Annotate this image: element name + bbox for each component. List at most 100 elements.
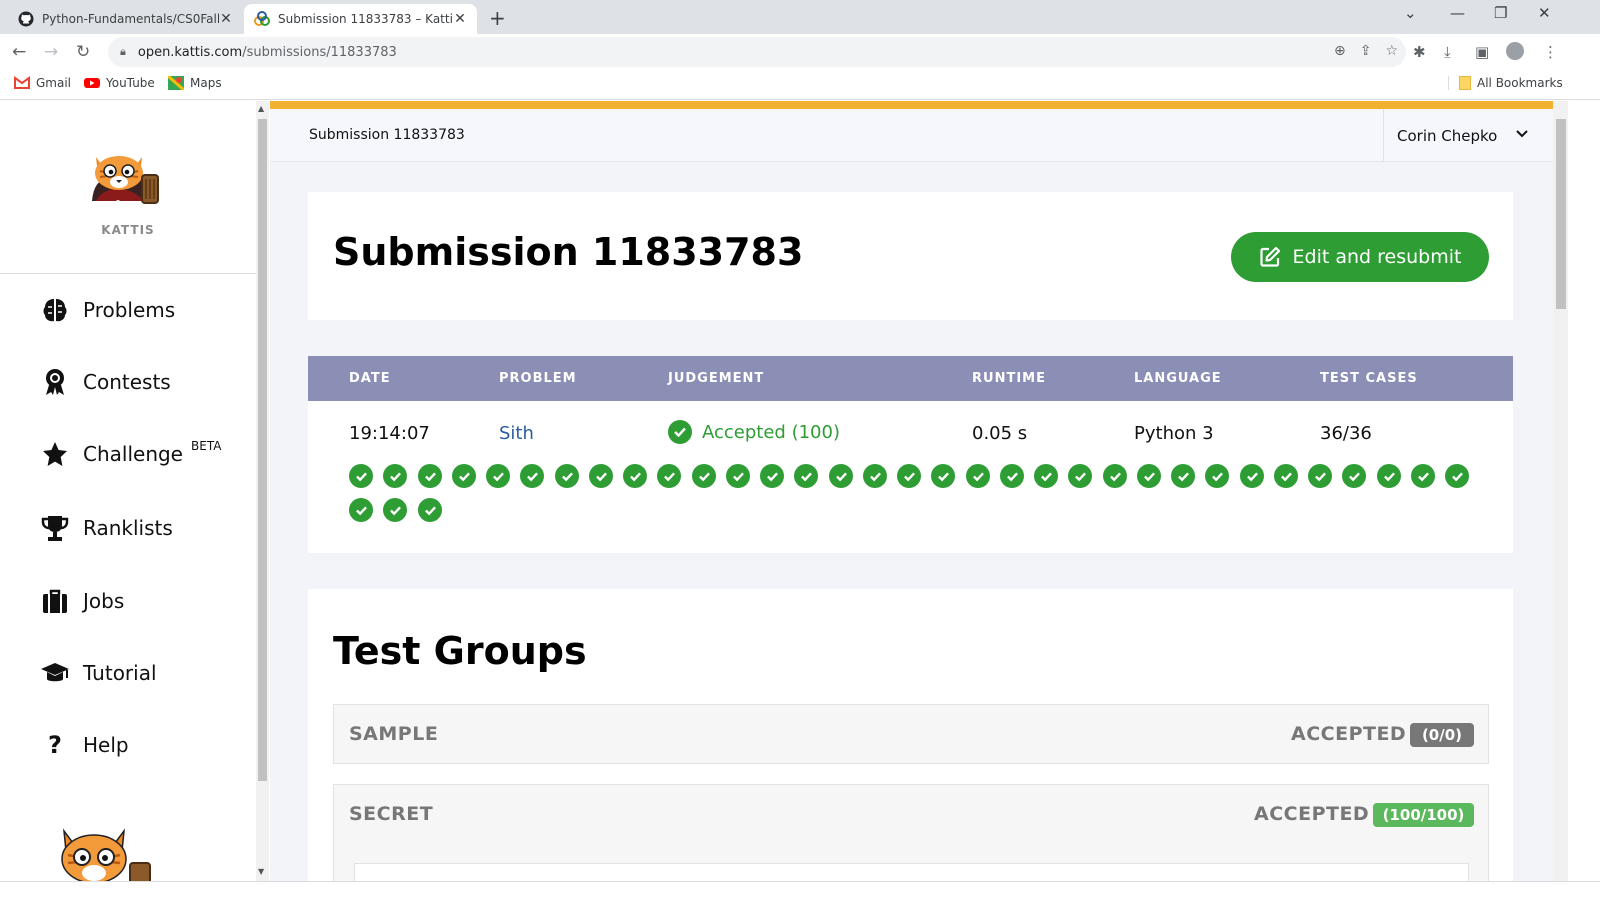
user-menu[interactable]: Corin Chepko [1383, 109, 1553, 162]
bookmark-label: Maps [190, 76, 222, 90]
test-case-pass-icon[interactable] [383, 498, 407, 522]
test-case-pass-icon[interactable] [418, 464, 442, 488]
sidebar-item-label: Help [83, 733, 129, 757]
address-host: open.kattis.com [137, 44, 243, 60]
test-case-pass-icon[interactable] [1377, 464, 1401, 488]
test-case-pass-icon[interactable] [486, 464, 510, 488]
bookmark-youtube[interactable]: YouTube [84, 76, 155, 90]
scroll-down-arrow-icon[interactable]: ▼ [258, 867, 264, 876]
reload-icon[interactable]: ↻ [76, 42, 90, 62]
breadcrumb[interactable]: Submission 11833783 [309, 127, 465, 143]
problem-link[interactable]: Sith [499, 423, 534, 444]
bookmark-star-icon[interactable]: ☆ [1385, 43, 1398, 59]
test-group-sample[interactable]: SAMPLE ACCEPTED (0/0) [333, 704, 1489, 764]
test-case-pass-icon[interactable] [1137, 464, 1161, 488]
sidebar: KATTIS Problems Contests Challenge BETA … [0, 101, 256, 881]
test-case-pass-icon[interactable] [966, 464, 990, 488]
test-case-pass-icon[interactable] [1171, 464, 1195, 488]
test-group-secret[interactable]: SECRET ACCEPTED (100/100) [333, 784, 1489, 881]
close-icon[interactable]: ✕ [219, 11, 233, 27]
test-case-pass-icon[interactable] [897, 464, 921, 488]
tab-search-chevron-icon[interactable]: ⌄ [1404, 4, 1417, 22]
extensions-icon[interactable]: ✱ [1413, 43, 1426, 61]
test-case-pass-icon[interactable] [829, 464, 853, 488]
page-margin [1568, 101, 1600, 881]
test-case-pass-icon[interactable] [623, 464, 647, 488]
test-case-pass-icon[interactable] [1205, 464, 1229, 488]
minimize-icon[interactable]: — [1450, 4, 1465, 22]
menu-kebab-icon[interactable]: ⋮ [1543, 43, 1558, 61]
test-case-pass-icon[interactable] [1308, 464, 1332, 488]
test-case-pass-icon[interactable] [1000, 464, 1024, 488]
sidebar-item-label: Problems [83, 298, 176, 322]
test-case-pass-icon[interactable] [1068, 464, 1092, 488]
test-case-pass-icon[interactable] [555, 464, 579, 488]
bookmark-gmail[interactable]: Gmail [14, 76, 71, 90]
chevron-down-icon [1515, 128, 1529, 143]
question-icon: ? [48, 731, 62, 759]
window-close-icon[interactable]: ✕ [1538, 4, 1551, 22]
test-case-pass-icon[interactable] [452, 464, 476, 488]
sidebar-item-contests[interactable]: Contests [40, 368, 171, 396]
all-bookmarks[interactable]: All Bookmarks [1448, 76, 1563, 90]
test-case-pass-icon[interactable] [931, 464, 955, 488]
bookmark-maps[interactable]: Maps [168, 76, 222, 90]
sidebar-item-jobs[interactable]: Jobs [40, 587, 124, 615]
scrollbar-thumb[interactable] [258, 119, 267, 781]
test-case-pass-icon[interactable] [726, 464, 750, 488]
scrollbar-thumb[interactable] [1556, 119, 1566, 309]
maximize-icon[interactable]: ❐ [1494, 4, 1507, 22]
profile-avatar-icon[interactable] [1506, 42, 1524, 60]
test-case-pass-icon[interactable] [1274, 464, 1298, 488]
test-case-pass-icon[interactable] [692, 464, 716, 488]
test-case-pass-icon[interactable] [520, 464, 544, 488]
side-panel-icon[interactable]: ▣ [1475, 43, 1489, 61]
edit-and-resubmit-button[interactable]: Edit and resubmit [1231, 232, 1489, 282]
section-title: Test Groups [333, 629, 587, 673]
column-header: TEST CASES [1320, 371, 1418, 386]
tab-kattis[interactable]: Submission 11833783 – Kattis, K ✕ [244, 4, 477, 34]
page-scrollbar[interactable] [1553, 101, 1568, 881]
test-case-pass-icon[interactable] [863, 464, 887, 488]
zoom-icon[interactable]: ⊕ [1334, 43, 1346, 59]
download-icon[interactable]: ⤓ [1444, 43, 1451, 61]
test-case-pass-icon[interactable] [349, 464, 373, 488]
test-case-pass-icon[interactable] [794, 464, 818, 488]
test-case-pass-icon[interactable] [1411, 464, 1435, 488]
sidebar-item-help[interactable]: ? Help [40, 731, 129, 759]
github-icon [18, 11, 34, 27]
group-status: ACCEPTED [1254, 803, 1370, 825]
group-name: SECRET [349, 803, 434, 825]
sidebar-item-challenge[interactable]: Challenge BETA [40, 439, 221, 468]
test-case-pass-icon[interactable] [1445, 464, 1469, 488]
scroll-up-arrow-icon[interactable]: ▲ [258, 104, 264, 113]
test-case-pass-icon[interactable] [418, 498, 442, 522]
kattis-cat-logo[interactable] [88, 149, 168, 209]
test-case-pass-icon[interactable] [383, 464, 407, 488]
test-case-pass-icon[interactable] [349, 498, 373, 522]
back-arrow-icon[interactable]: ← [12, 42, 26, 62]
test-case-pass-icon[interactable] [589, 464, 613, 488]
share-icon[interactable]: ⇪ [1360, 43, 1372, 59]
address-bar[interactable]: 🔒︎ open.kattis.com/submissions/11833783 … [108, 37, 1406, 67]
sidebar-item-problems[interactable]: Problems [40, 296, 175, 324]
test-case-pass-icon[interactable] [760, 464, 784, 488]
bookmarks-bar: Gmail YouTube Maps All Bookmarks [0, 70, 1600, 100]
test-case-pass-icon[interactable] [657, 464, 681, 488]
sidebar-scrollbar[interactable]: ▲ ▼ [256, 101, 269, 881]
tab-github[interactable]: Python-Fundamentals/CS0Fall23 ✕ [8, 4, 243, 34]
test-case-pass-icon[interactable] [1103, 464, 1127, 488]
close-icon[interactable]: ✕ [453, 11, 467, 27]
test-case-pass-icon[interactable] [1034, 464, 1058, 488]
top-bar: Submission 11833783 Corin Chepko [270, 109, 1553, 162]
column-header: DATE [349, 371, 391, 386]
sidebar-item-tutorial[interactable]: Tutorial [40, 659, 157, 687]
new-tab-button[interactable]: + [489, 6, 506, 30]
test-case-pass-icon[interactable] [1240, 464, 1264, 488]
forward-arrow-icon[interactable]: → [44, 42, 58, 62]
edit-icon [1259, 246, 1280, 267]
sidebar-item-ranklists[interactable]: Ranklists [40, 514, 173, 542]
test-case-pass-icon[interactable] [1342, 464, 1366, 488]
brain-icon [40, 296, 70, 324]
cell-runtime: 0.05 s [972, 423, 1028, 444]
